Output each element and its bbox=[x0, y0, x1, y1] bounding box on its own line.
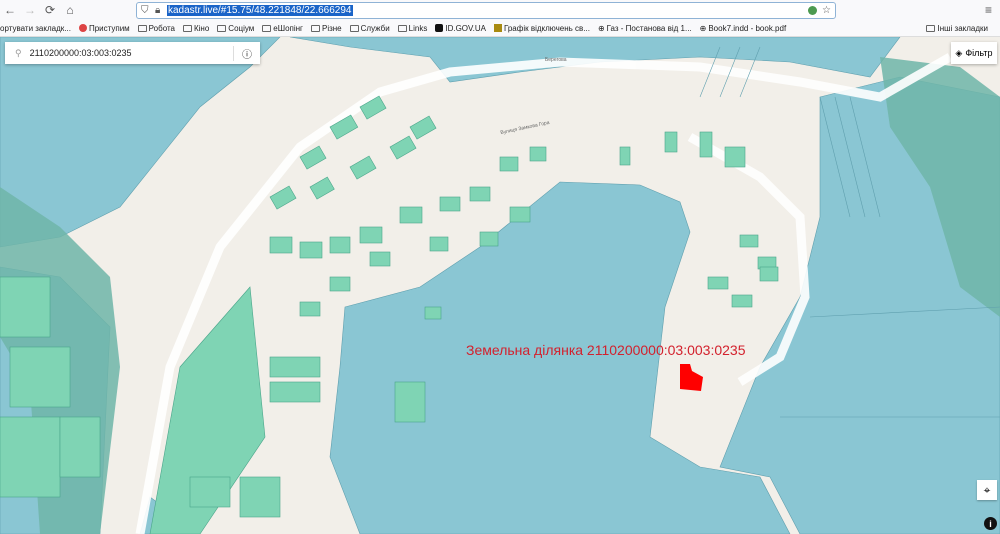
folder-icon bbox=[310, 24, 320, 32]
street-label: Берегова bbox=[545, 57, 567, 63]
back-icon[interactable]: ← bbox=[0, 3, 20, 17]
shield-icon[interactable]: ⛉ bbox=[141, 5, 149, 16]
menu-icon[interactable]: ≡ bbox=[985, 3, 992, 17]
water-lake bbox=[329, 181, 791, 534]
bookmark-label: Соціум bbox=[228, 23, 255, 33]
map-canvas[interactable]: Берегова Вулиця Замкова Гора ⚲ 211020000… bbox=[0, 37, 1000, 534]
bookmark-item[interactable]: ⊕ Газ - Постанова від 1... bbox=[598, 24, 692, 33]
bookmark-label: Робота bbox=[148, 23, 175, 33]
bookmark-label: Links bbox=[408, 23, 428, 33]
folder-icon bbox=[926, 25, 936, 32]
bookmarks-bar: ортувати закладк... Приступим Робота Кін… bbox=[0, 20, 1000, 37]
extension-icon[interactable] bbox=[808, 6, 817, 15]
bookmark-folder[interactable]: Кіно bbox=[182, 23, 210, 33]
globe-icon: ⊕ bbox=[699, 23, 707, 33]
search-value[interactable]: 2110200000:03:003:0235 bbox=[30, 48, 132, 58]
search-icon: ⚲ bbox=[15, 47, 22, 58]
folder-icon bbox=[182, 24, 192, 32]
bookmark-label: Служби bbox=[360, 23, 390, 33]
target-parcel bbox=[680, 364, 703, 391]
layers-icon: ◈ bbox=[955, 47, 963, 58]
bookmark-folder[interactable]: Соціум bbox=[217, 24, 254, 33]
bookmark-item[interactable]: Графік відключень св... bbox=[493, 23, 590, 33]
url-text[interactable]: kadastr.live/#15.75/48.221848/22.666294 bbox=[167, 5, 353, 16]
bookmark-folder[interactable]: Робота bbox=[137, 23, 175, 33]
bookmark-folder[interactable]: Різне bbox=[310, 23, 342, 33]
star-icon[interactable]: ☆ bbox=[822, 5, 831, 16]
bookmark-item[interactable]: Приступим bbox=[78, 23, 130, 33]
bookmark-label: Газ - Постанова від 1... bbox=[606, 23, 692, 33]
bookmark-folder[interactable]: Служби bbox=[349, 23, 390, 33]
bookmark-label: Book7.indd - book.pdf bbox=[708, 23, 787, 33]
info-icon[interactable]: ⓘ bbox=[233, 45, 252, 61]
bookmark-item[interactable]: ⊕ Book7.indd - book.pdf bbox=[700, 24, 787, 33]
bookmark-label: Кіно bbox=[193, 23, 210, 33]
filter-button[interactable]: ◈ Фільтр bbox=[951, 42, 997, 64]
bookmark-folder[interactable]: еШопінг bbox=[262, 24, 303, 33]
parcel-annotation: Земельна ділянка 2110200000:03:003:0235 bbox=[466, 342, 746, 358]
browser-toolbar: ← → ⟳ ⌂ ⛉ 🔒︎ kadastr.live/#15.75/48.2218… bbox=[0, 0, 1000, 20]
folder-icon bbox=[349, 24, 359, 32]
bookmark-label: ортувати закладк... bbox=[0, 23, 71, 33]
site-icon bbox=[435, 24, 444, 32]
bookmark-label: ID.GOV.UA bbox=[445, 23, 486, 33]
home-icon[interactable]: ⌂ bbox=[60, 3, 80, 17]
folder-icon bbox=[217, 24, 227, 32]
globe-icon: ⊕ bbox=[597, 23, 605, 33]
forward-icon[interactable]: → bbox=[20, 3, 40, 17]
filter-label: Фільтр bbox=[965, 48, 993, 58]
bookmark-label: Різне bbox=[321, 23, 342, 33]
bookmark-import[interactable]: ортувати закладк... bbox=[0, 24, 71, 33]
site-icon bbox=[78, 24, 87, 32]
bookmark-label: Інші закладки bbox=[937, 24, 988, 33]
attribution-info-icon[interactable]: i bbox=[984, 517, 997, 530]
cadastre-search-input[interactable]: ⚲ 2110200000:03:003:0235 ⓘ bbox=[5, 42, 260, 64]
bookmark-label: еШопінг bbox=[273, 23, 303, 33]
bookmark-folder[interactable]: Links bbox=[397, 23, 428, 33]
site-icon bbox=[493, 24, 502, 32]
bookmark-label: Графік відключень св... bbox=[503, 23, 590, 33]
map-layer[interactable] bbox=[0, 37, 1000, 534]
bookmark-label: Приступим bbox=[88, 23, 130, 33]
reload-icon[interactable]: ⟳ bbox=[40, 3, 60, 17]
folder-icon bbox=[397, 24, 407, 32]
bookmark-item[interactable]: ID.GOV.UA bbox=[435, 24, 486, 33]
address-bar[interactable]: ⛉ 🔒︎ kadastr.live/#15.75/48.221848/22.66… bbox=[136, 2, 836, 19]
folder-icon bbox=[137, 24, 147, 32]
locate-icon[interactable]: ⌖ bbox=[977, 480, 997, 500]
lock-icon[interactable]: 🔒︎ bbox=[155, 5, 160, 16]
folder-icon bbox=[262, 24, 272, 32]
other-bookmarks[interactable]: Інші закладки bbox=[926, 24, 988, 33]
